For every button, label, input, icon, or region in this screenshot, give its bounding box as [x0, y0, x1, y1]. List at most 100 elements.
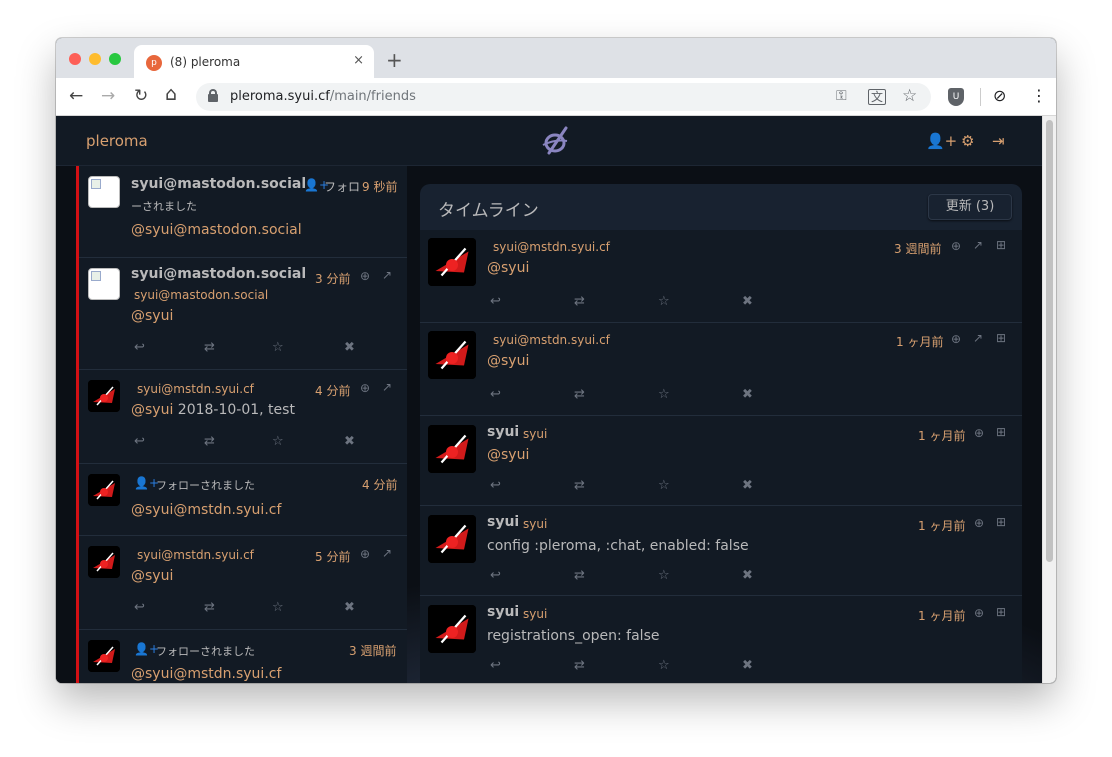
- expand-icon[interactable]: ⊞: [996, 426, 1006, 438]
- notification-item[interactable]: syui@mastodon.social 3 分前 ⊕ ↗ syui@masto…: [79, 258, 407, 370]
- user-handle[interactable]: syui@mstdn.syui.cf: [493, 240, 610, 254]
- user-handle[interactable]: syui: [523, 427, 547, 441]
- external-link-icon[interactable]: ↗: [382, 547, 392, 559]
- favorite-icon[interactable]: ☆: [272, 434, 284, 450]
- new-tab-button[interactable]: +: [386, 50, 403, 70]
- user-name[interactable]: syui@mastodon.social: [131, 266, 306, 282]
- repeat-icon[interactable]: ⇄: [574, 387, 585, 403]
- timestamp[interactable]: 3 週間前: [894, 240, 941, 257]
- extension-icon[interactable]: ⊘: [993, 86, 1006, 106]
- key-icon[interactable]: ⚿: [836, 86, 847, 106]
- user-handle[interactable]: syui: [523, 607, 547, 621]
- timestamp[interactable]: 1 ヶ月前: [918, 607, 965, 624]
- favorite-icon[interactable]: ☆: [272, 600, 284, 616]
- external-link-icon[interactable]: ↗: [382, 381, 392, 393]
- back-button[interactable]: ←: [69, 87, 83, 105]
- repeat-icon[interactable]: ⇄: [574, 658, 585, 674]
- expand-icon[interactable]: ⊞: [996, 239, 1006, 251]
- timestamp[interactable]: 5 分前: [315, 548, 350, 565]
- mention-link[interactable]: @syui@mstdn.syui.cf: [131, 502, 281, 518]
- reply-icon[interactable]: ↩: [490, 658, 501, 674]
- reply-icon[interactable]: ↩: [490, 387, 501, 403]
- delete-icon[interactable]: ✖: [742, 658, 753, 674]
- avatar[interactable]: [88, 268, 120, 300]
- expand-icon[interactable]: ⊞: [996, 332, 1006, 344]
- forward-button[interactable]: →: [101, 87, 115, 105]
- page-scrollbar[interactable]: [1042, 116, 1056, 683]
- user-name[interactable]: syui: [487, 424, 519, 440]
- user-handle[interactable]: syui: [523, 517, 547, 531]
- reply-icon[interactable]: ↩: [490, 294, 501, 310]
- repeat-icon[interactable]: ⇄: [204, 600, 215, 616]
- reload-button[interactable]: ↻: [134, 87, 148, 105]
- favorite-icon[interactable]: ☆: [658, 658, 670, 674]
- avatar[interactable]: [88, 474, 120, 506]
- maximize-window-button[interactable]: [109, 53, 121, 65]
- delete-icon[interactable]: ✖: [742, 478, 753, 494]
- timestamp[interactable]: 1 ヶ月前: [918, 517, 965, 534]
- address-bar[interactable]: pleroma.syui.cf/main/friends ⚿ 文 ☆: [196, 83, 931, 111]
- delete-icon[interactable]: ✖: [344, 340, 355, 356]
- timeline-status[interactable]: syui@mstdn.syui.cf 1 ヶ月前 ⊕ ↗ ⊞ @syui ↩ ⇄…: [420, 323, 1022, 416]
- user-handle[interactable]: syui@mstdn.syui.cf: [137, 548, 254, 562]
- user-handle[interactable]: syui@mastodon.social: [134, 288, 268, 302]
- scrollbar-thumb[interactable]: [1046, 120, 1053, 562]
- avatar[interactable]: [428, 515, 476, 563]
- expand-icon[interactable]: ⊞: [996, 516, 1006, 528]
- avatar[interactable]: [428, 605, 476, 653]
- user-name[interactable]: syui: [487, 604, 519, 620]
- timestamp[interactable]: 1 ヶ月前: [918, 427, 965, 444]
- repeat-icon[interactable]: ⇄: [574, 294, 585, 310]
- reply-icon[interactable]: ↩: [134, 434, 145, 450]
- repeat-icon[interactable]: ⇄: [574, 478, 585, 494]
- user-name[interactable]: syui@mastodon.social: [131, 176, 306, 192]
- reply-icon[interactable]: ↩: [134, 600, 145, 616]
- refresh-button[interactable]: 更新 (3): [928, 194, 1012, 220]
- ublock-icon[interactable]: U: [948, 88, 964, 106]
- close-window-button[interactable]: [69, 53, 81, 65]
- repeat-icon[interactable]: ⇄: [574, 568, 585, 584]
- mention-link[interactable]: @syui: [487, 353, 529, 369]
- mention-link[interactable]: @syui: [131, 402, 173, 418]
- favorite-icon[interactable]: ☆: [658, 478, 670, 494]
- favorite-icon[interactable]: ☆: [658, 294, 670, 310]
- timestamp[interactable]: 1 ヶ月前: [896, 333, 943, 350]
- add-user-icon[interactable]: 👤+: [926, 132, 957, 150]
- external-link-icon[interactable]: ↗: [973, 239, 983, 251]
- reply-icon[interactable]: ↩: [134, 340, 145, 356]
- favorite-icon[interactable]: ☆: [658, 568, 670, 584]
- timestamp[interactable]: 3 分前: [315, 270, 350, 287]
- repeat-icon[interactable]: ⇄: [204, 434, 215, 450]
- delete-icon[interactable]: ✖: [742, 568, 753, 584]
- notification-item[interactable]: 👤+ フォローされました 3 週間前 @syui@mstdn.syui.cf: [79, 630, 407, 683]
- avatar[interactable]: [428, 425, 476, 473]
- brand-link[interactable]: pleroma: [86, 132, 148, 150]
- delete-icon[interactable]: ✖: [742, 387, 753, 403]
- notification-item[interactable]: syui@mstdn.syui.cf 4 分前 ⊕ ↗ @syui 2018-1…: [79, 370, 407, 464]
- settings-icon[interactable]: ⚙: [961, 132, 974, 150]
- menu-icon[interactable]: ⋮: [1031, 86, 1047, 106]
- timeline-status[interactable]: syui syui 1 ヶ月前 ⊕ ⊞ @syui ↩ ⇄ ☆ ✖: [420, 416, 1022, 506]
- pleroma-logo-icon[interactable]: [540, 125, 572, 157]
- mention-link[interactable]: @syui@mastodon.social: [131, 222, 302, 238]
- mention-link[interactable]: @syui: [131, 568, 173, 584]
- avatar[interactable]: [88, 176, 120, 208]
- timestamp[interactable]: 3 週間前: [349, 642, 396, 659]
- avatar[interactable]: [428, 238, 476, 286]
- timestamp[interactable]: 4 分前: [315, 382, 350, 399]
- bookmark-star-icon[interactable]: ☆: [902, 86, 917, 106]
- minimize-window-button[interactable]: [89, 53, 101, 65]
- mention-link[interactable]: @syui: [487, 447, 529, 463]
- translate-icon[interactable]: 文: [868, 89, 887, 105]
- avatar[interactable]: [88, 380, 120, 412]
- reply-icon[interactable]: ↩: [490, 478, 501, 494]
- notification-item[interactable]: syui@mastodon.social 👤+ フォロ 9 秒前 ーされました …: [79, 166, 407, 258]
- browser-tab[interactable]: p (8) pleroma ×: [134, 45, 374, 79]
- avatar[interactable]: [428, 331, 476, 379]
- user-name[interactable]: syui: [487, 514, 519, 530]
- avatar[interactable]: [88, 640, 120, 672]
- favorite-icon[interactable]: ☆: [658, 387, 670, 403]
- delete-icon[interactable]: ✖: [344, 600, 355, 616]
- delete-icon[interactable]: ✖: [742, 294, 753, 310]
- timestamp[interactable]: 9 秒前: [362, 178, 397, 195]
